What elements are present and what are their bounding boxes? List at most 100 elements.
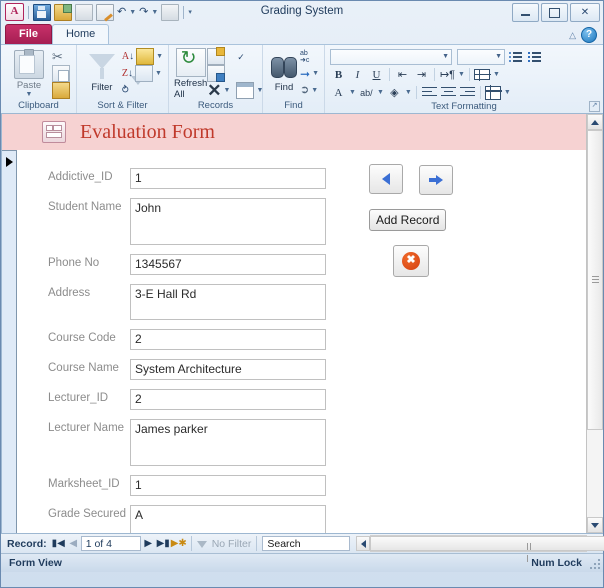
close-button[interactable]: ✕	[570, 3, 600, 22]
refresh-all-button[interactable]: Refresh All	[174, 47, 207, 100]
highlight-dropdown-icon[interactable]: ▼	[377, 89, 384, 96]
alternate-row-dropdown-icon[interactable]: ▼	[493, 71, 500, 78]
next-record-nav-button[interactable]: ▶	[141, 538, 156, 549]
text-direction-button[interactable]: ↦¶	[439, 67, 456, 83]
spelling-icon[interactable]: ✓	[237, 52, 245, 61]
text-formatting-dialog-launcher[interactable]: ↗	[589, 101, 600, 112]
select-button[interactable]: ➲ ▼	[300, 83, 319, 99]
cut-button[interactable]: ✂	[52, 49, 70, 65]
scroll-down-button[interactable]	[587, 517, 603, 533]
highlight-button[interactable]: ab/	[358, 85, 375, 101]
tab-file[interactable]: File	[5, 24, 52, 44]
select-dropdown-icon[interactable]: ▼	[311, 87, 318, 94]
new-record-icon[interactable]	[207, 47, 226, 65]
search-input[interactable]: Search	[262, 536, 351, 551]
input-lecturer-id[interactable]: 2	[130, 389, 326, 410]
align-center-button[interactable]	[440, 85, 457, 101]
format-painter-button[interactable]	[52, 82, 70, 99]
toggle-filter-icon[interactable]	[130, 75, 145, 97]
input-marksheet-id[interactable]: 1	[130, 475, 326, 496]
bold-button[interactable]: B	[330, 67, 347, 83]
find-button[interactable]: Find	[268, 48, 300, 100]
delete-record-button[interactable]: ✖	[393, 245, 429, 277]
resize-grip-icon[interactable]	[588, 557, 600, 569]
text-direction-dropdown-icon[interactable]: ▼	[458, 71, 465, 78]
paste-button[interactable]: Paste ▼	[6, 48, 52, 100]
label-course-name: Course Name	[48, 362, 119, 374]
numbered-list-button[interactable]	[526, 49, 543, 65]
goto-button[interactable]: ➞ ▼	[300, 66, 319, 82]
font-name-select[interactable]: ▼	[330, 48, 452, 65]
remove-sort-icon[interactable]: ⥁	[122, 84, 129, 98]
filter-button[interactable]: Filter	[82, 48, 122, 100]
font-size-dropdown-icon[interactable]: ▼	[495, 53, 502, 60]
font-size-select[interactable]: ▼	[457, 48, 505, 65]
advanced-filter-dropdown-icon[interactable]: ▼	[155, 70, 162, 77]
scroll-left-button[interactable]	[356, 536, 371, 551]
decrease-indent-button[interactable]: ⇤	[394, 67, 411, 83]
input-addictive-id[interactable]: 1	[130, 168, 326, 189]
scroll-up-button[interactable]	[587, 114, 603, 130]
input-course-name[interactable]: System Architecture	[130, 359, 326, 380]
save-record-row	[207, 65, 263, 82]
next-record-button[interactable]	[419, 165, 454, 195]
underline-button[interactable]: U	[368, 67, 385, 83]
last-record-button[interactable]: ▶▮	[156, 538, 171, 549]
input-student-name[interactable]: John	[130, 198, 326, 245]
select-cursor-icon: ➲	[300, 84, 310, 96]
label-marksheet-id: Marksheet_ID	[48, 478, 120, 490]
horizontal-scroll-thumb[interactable]	[370, 536, 604, 562]
collapse-ribbon-icon[interactable]: △	[569, 30, 576, 41]
records-group-label: Records	[197, 100, 234, 111]
vertical-scroll-track[interactable]	[587, 130, 603, 517]
page-title: Evaluation Form	[80, 120, 215, 143]
font-name-dropdown-icon[interactable]: ▼	[442, 53, 449, 60]
align-left-button[interactable]	[421, 85, 438, 101]
vertical-scrollbar[interactable]	[586, 114, 603, 533]
replace-button[interactable]: ab ➜c	[300, 49, 319, 65]
horizontal-scrollbar[interactable]	[356, 535, 604, 562]
gridlines-dropdown-icon[interactable]: ▼	[504, 89, 511, 96]
filter-selection-dropdown-icon[interactable]: ▼	[156, 53, 163, 60]
input-grade-secured[interactable]: A	[130, 505, 326, 533]
previous-record-button[interactable]	[369, 164, 403, 194]
advanced-filter-icon[interactable]	[134, 65, 153, 82]
bulleted-list-button[interactable]	[507, 49, 524, 65]
previous-record-nav-button[interactable]: ◀	[66, 538, 81, 549]
vertical-scroll-thumb[interactable]	[587, 130, 603, 430]
background-color-button[interactable]: ◈	[386, 85, 403, 101]
first-record-button[interactable]: ▮◀	[51, 538, 66, 549]
record-selector[interactable]	[2, 150, 17, 533]
goto-dropdown-icon[interactable]: ▼	[312, 70, 319, 77]
align-right-button[interactable]	[459, 85, 476, 101]
add-record-button[interactable]: Add Record	[369, 209, 447, 231]
filter-selection-icon[interactable]	[136, 48, 155, 65]
input-phone-no[interactable]: 1345567	[130, 254, 326, 275]
sort-descending-button[interactable]: Z↓ ▼	[122, 65, 163, 82]
increase-indent-button[interactable]: ⇥	[413, 67, 430, 83]
sort-ascending-button[interactable]: A↓ ▼	[122, 48, 163, 65]
input-course-code[interactable]: 2	[130, 329, 326, 350]
gridlines-button[interactable]	[484, 85, 502, 101]
font-color-dropdown-icon[interactable]: ▼	[349, 89, 356, 96]
font-color-button[interactable]: A	[330, 85, 347, 101]
delete-dropdown-icon[interactable]: ▼	[224, 87, 231, 94]
help-icon[interactable]: ?	[581, 27, 597, 43]
delete-record-icon[interactable]: ✕	[207, 82, 221, 99]
input-lecturer-name[interactable]: James parker	[130, 419, 326, 466]
copy-button[interactable]	[52, 65, 70, 82]
restore-button[interactable]	[541, 3, 568, 22]
new-record-nav-button[interactable]: ▶✱	[171, 538, 187, 549]
minimize-button[interactable]	[512, 3, 539, 22]
save-record-icon[interactable]	[207, 65, 226, 82]
horizontal-scroll-track[interactable]	[370, 535, 604, 562]
totals-icon[interactable]	[236, 82, 255, 99]
tab-home[interactable]: Home	[51, 24, 110, 44]
filter-status[interactable]: No Filter	[210, 538, 252, 550]
record-position-input[interactable]: 1 of 4	[80, 536, 141, 551]
paste-dropdown-icon[interactable]: ▼	[26, 91, 33, 98]
input-address[interactable]: 3-E Hall Rd	[130, 284, 326, 320]
italic-button[interactable]: I	[349, 67, 366, 83]
background-color-dropdown-icon[interactable]: ▼	[405, 89, 412, 96]
alternate-row-color-button[interactable]	[473, 67, 491, 83]
